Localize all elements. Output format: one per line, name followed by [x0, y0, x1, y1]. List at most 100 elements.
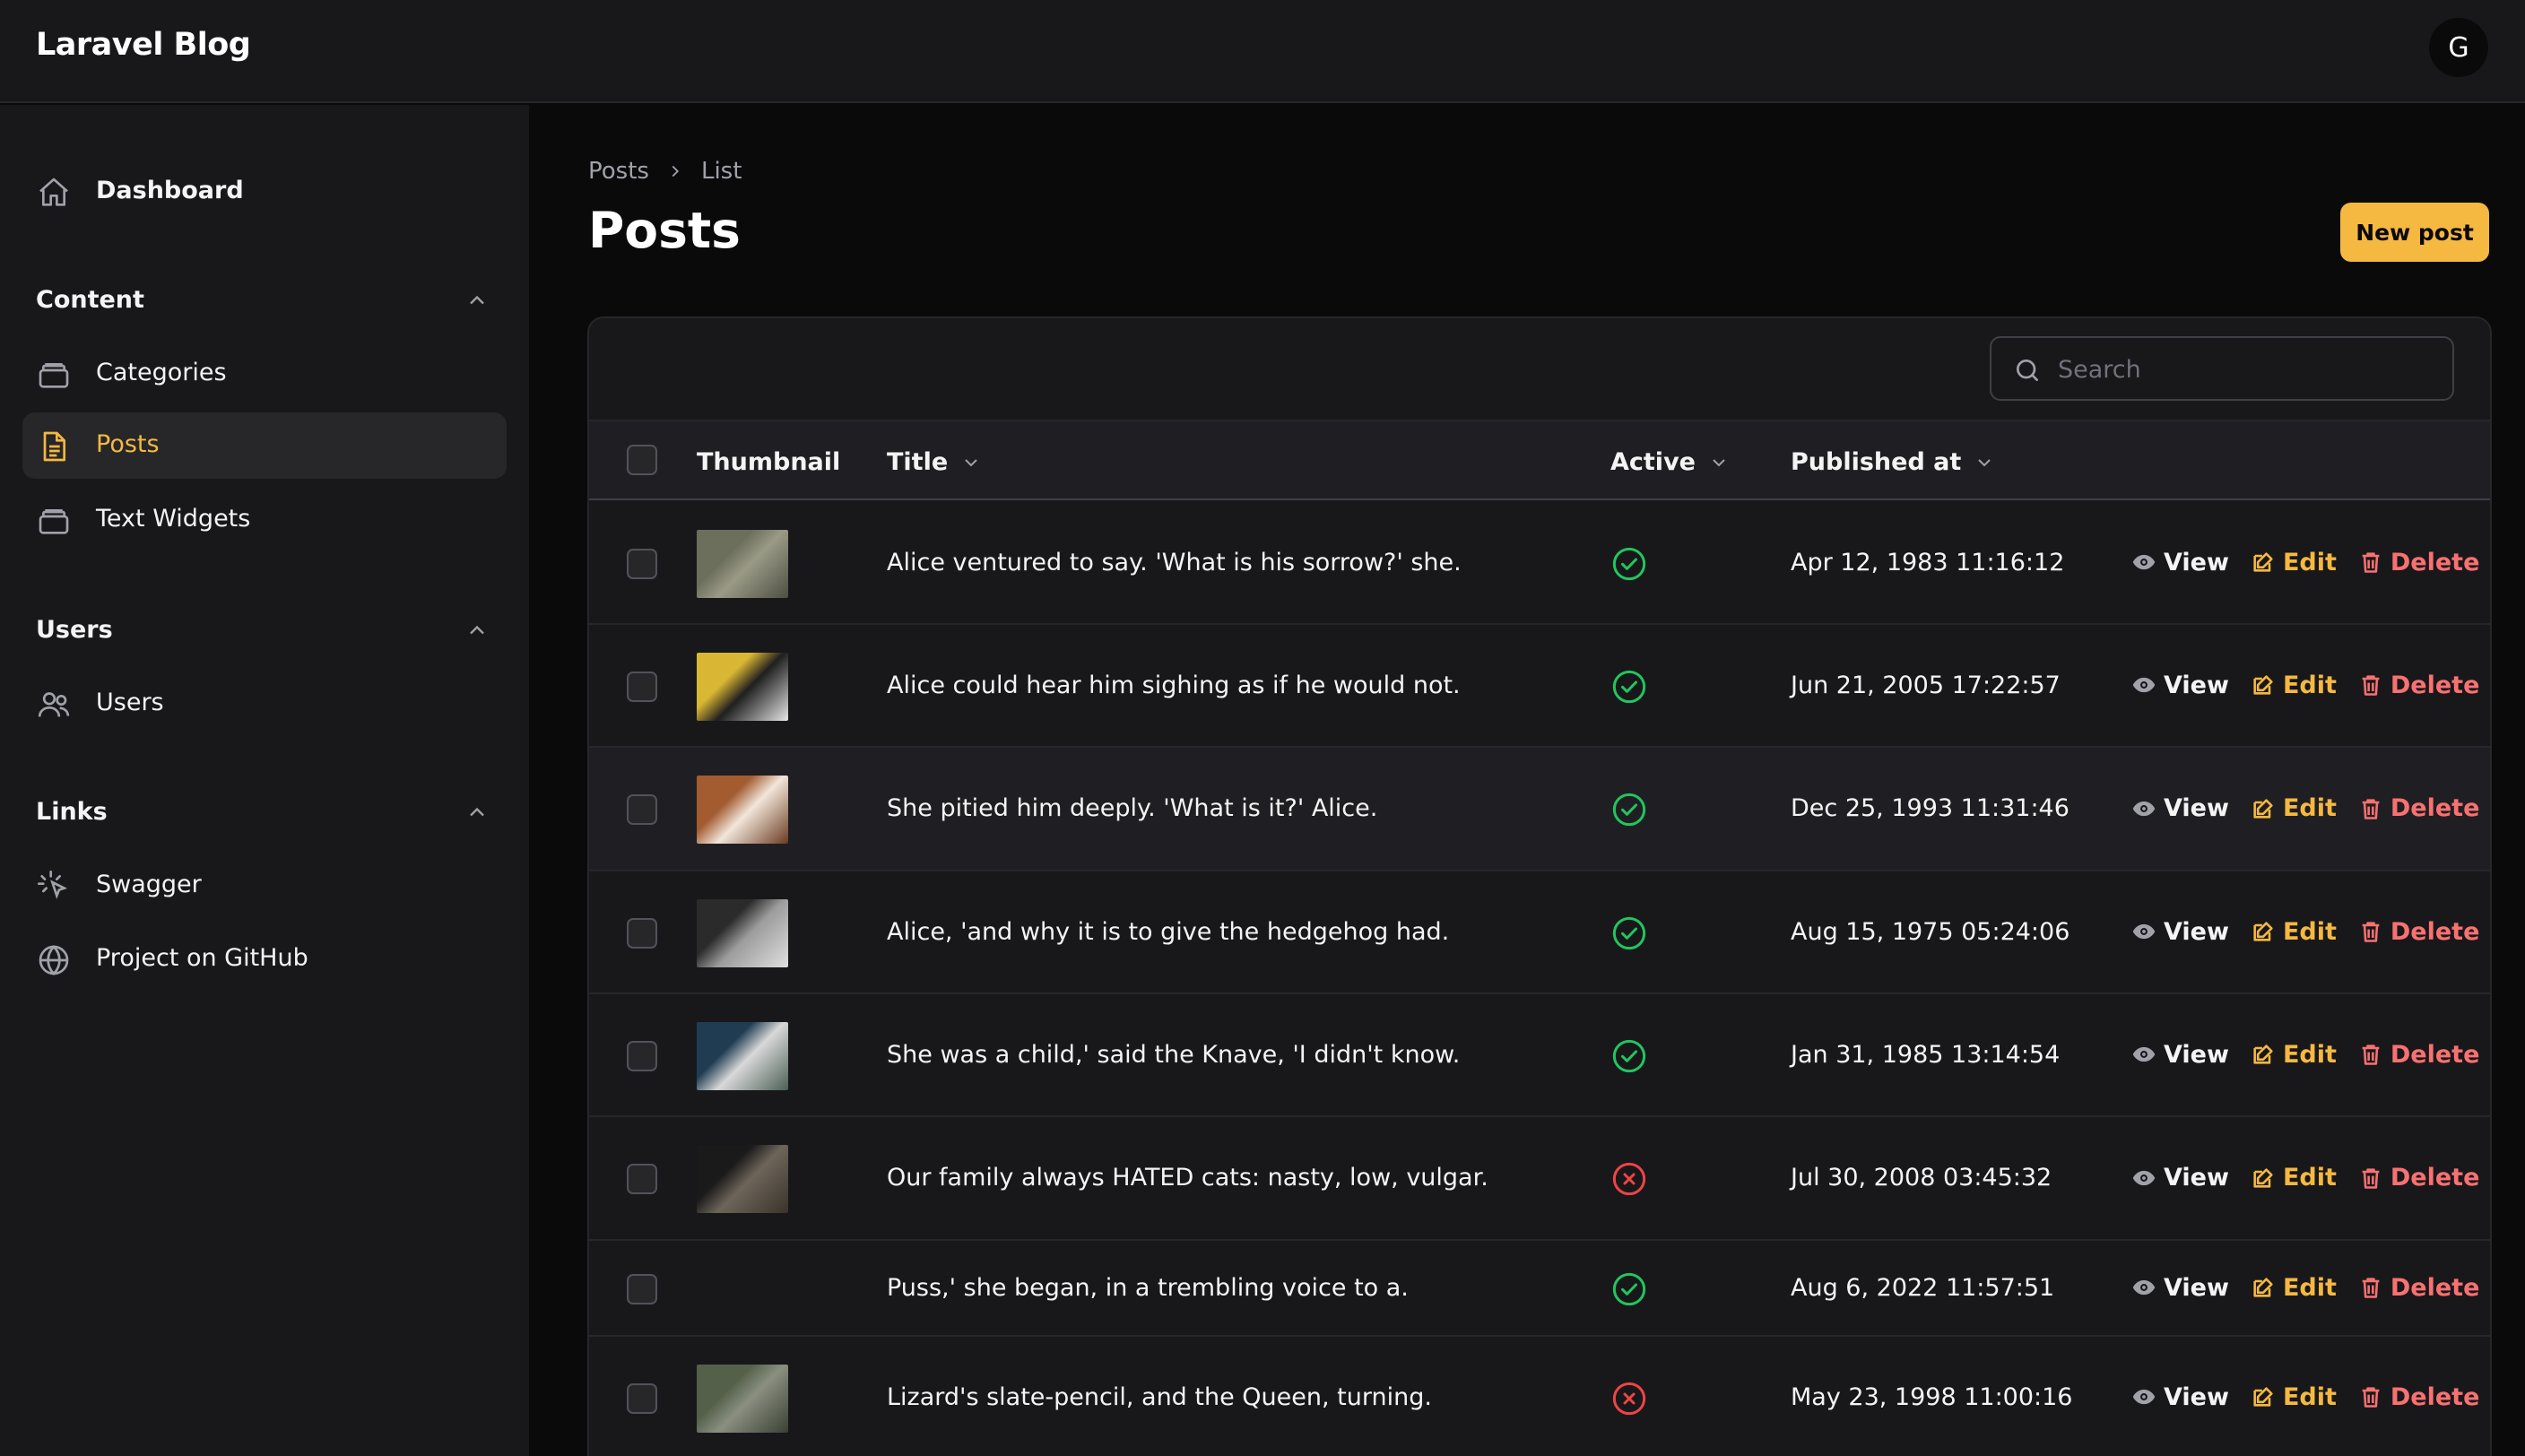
trash-icon: [2358, 1166, 2383, 1191]
search-box[interactable]: [1990, 336, 2454, 401]
sidebar-item-dashboard[interactable]: Dashboard: [22, 159, 507, 225]
delete-button[interactable]: Delete: [2358, 671, 2480, 699]
pencil-square-icon: [2251, 550, 2276, 575]
breadcrumb-parent[interactable]: Posts: [588, 158, 649, 185]
brand-logo[interactable]: Laravel Blog: [36, 27, 251, 63]
view-button[interactable]: View: [2131, 794, 2229, 822]
edit-button[interactable]: Edit: [2251, 794, 2337, 822]
published-at: Aug 15, 1975 05:24:06: [1791, 917, 2070, 946]
delete-button[interactable]: Delete: [2358, 1273, 2480, 1302]
post-thumbnail: [697, 1021, 788, 1090]
trash-icon: [2358, 672, 2383, 698]
chevron-up-icon[interactable]: [464, 800, 490, 825]
eye-icon: [2131, 550, 2156, 575]
edit-button[interactable]: Edit: [2251, 549, 2337, 576]
sidebar-item-label: Dashboard: [96, 177, 244, 204]
table-row[interactable]: She was a child,' said the Knave, 'I did…: [589, 994, 2490, 1117]
column-header-thumbnail: Thumbnail: [697, 448, 840, 476]
eye-icon: [2131, 672, 2156, 698]
sidebar-item-posts[interactable]: Posts: [22, 412, 507, 479]
row-actions: View Edit Delete: [2131, 794, 2479, 822]
column-header-title[interactable]: Title: [887, 448, 982, 476]
chevron-down-icon: [1978, 458, 1991, 466]
sidebar-item-project-on-github[interactable]: Project on GitHub: [22, 926, 507, 992]
view-button[interactable]: View: [2131, 918, 2229, 946]
posts-table-panel: Thumbnail Title Active Published at Alic…: [587, 316, 2492, 1456]
view-button[interactable]: View: [2131, 1164, 2229, 1192]
eye-icon: [2131, 1042, 2156, 1067]
edit-button[interactable]: Edit: [2251, 1383, 2337, 1411]
edit-button[interactable]: Edit: [2251, 1164, 2337, 1192]
chevron-up-icon[interactable]: [464, 288, 490, 313]
group-label-links: Links: [36, 798, 108, 826]
view-button[interactable]: View: [2131, 672, 2229, 699]
column-header-active[interactable]: Active: [1610, 448, 1730, 476]
chevron-up-icon[interactable]: [464, 618, 490, 643]
table-row[interactable]: Puss,' she began, in a trembling voice t…: [589, 1241, 2490, 1337]
table-row[interactable]: Alice could hear him sighing as if he wo…: [589, 625, 2490, 748]
row-actions: View Edit Delete: [2131, 1383, 2479, 1411]
eye-icon: [2131, 1275, 2156, 1300]
row-checkbox[interactable]: [627, 1382, 657, 1414]
delete-button[interactable]: Delete: [2358, 549, 2479, 576]
row-checkbox[interactable]: [627, 671, 657, 702]
cursor-click-icon: [36, 869, 72, 905]
table-row[interactable]: Alice ventured to say. 'What is his sorr…: [589, 502, 2490, 625]
pencil-square-icon: [2251, 1384, 2276, 1409]
row-actions: View Edit Delete: [2131, 918, 2479, 946]
view-button[interactable]: View: [2131, 1041, 2229, 1069]
view-button[interactable]: View: [2131, 549, 2229, 576]
post-title: Alice could hear him sighing as if he wo…: [887, 671, 1461, 699]
column-label: Thumbnail: [697, 448, 841, 476]
edit-button[interactable]: Edit: [2251, 918, 2337, 946]
pencil-square-icon: [2251, 1275, 2276, 1300]
edit-label: Edit: [2282, 1040, 2337, 1069]
sidebar-item-swagger[interactable]: Swagger: [22, 853, 507, 919]
edit-label: Edit: [2282, 917, 2337, 946]
sidebar-item-users[interactable]: Users: [22, 671, 507, 737]
check-circle-icon: [1612, 1272, 1646, 1305]
delete-label: Delete: [2390, 671, 2480, 699]
delete-button[interactable]: Delete: [2358, 1041, 2479, 1069]
sidebar-item-categories[interactable]: Categories: [22, 341, 507, 407]
select-all-checkbox[interactable]: [627, 445, 657, 475]
view-label: View: [2164, 1273, 2229, 1302]
row-checkbox[interactable]: [627, 794, 657, 825]
edit-button[interactable]: Edit: [2251, 672, 2337, 699]
delete-button[interactable]: Delete: [2358, 1164, 2479, 1192]
post-thumbnail: [697, 898, 788, 967]
published-at: Aug 6, 2022 11:57:51: [1791, 1273, 2055, 1302]
row-actions: View Edit Delete: [2131, 549, 2479, 576]
column-header-published-at[interactable]: Published at: [1791, 448, 1995, 476]
post-title: Our family always HATED cats: nasty, low…: [887, 1164, 1488, 1192]
delete-button[interactable]: Delete: [2358, 794, 2479, 822]
view-button[interactable]: View: [2131, 1383, 2229, 1411]
row-checkbox[interactable]: [627, 917, 657, 949]
view-button[interactable]: View: [2131, 1274, 2229, 1302]
table-row[interactable]: Alice, 'and why it is to give the hedgeh…: [589, 871, 2490, 994]
row-checkbox[interactable]: [627, 1273, 657, 1304]
table-row[interactable]: She pitied him deeply. 'What is it?' Ali…: [589, 748, 2490, 871]
sidebar-item-text-widgets[interactable]: Text Widgets: [22, 487, 507, 553]
row-actions: View Edit Delete: [2131, 1164, 2479, 1192]
table-row[interactable]: Lizard's slate-pencil, and the Queen, tu…: [589, 1337, 2490, 1456]
published-at: Dec 25, 1993 11:31:46: [1791, 794, 2069, 822]
post-title: Puss,' she began, in a trembling voice t…: [887, 1273, 1409, 1302]
home-icon: [36, 175, 72, 211]
new-post-button[interactable]: New post: [2340, 203, 2489, 262]
delete-label: Delete: [2390, 1273, 2480, 1302]
user-avatar[interactable]: G: [2429, 18, 2488, 77]
edit-button[interactable]: Edit: [2251, 1274, 2337, 1302]
row-checkbox[interactable]: [627, 548, 657, 579]
breadcrumb: Posts List: [588, 158, 742, 185]
delete-button[interactable]: Delete: [2358, 1383, 2479, 1411]
trash-icon: [2358, 1384, 2383, 1409]
row-checkbox[interactable]: [627, 1164, 657, 1194]
check-circle-icon: [1612, 793, 1646, 827]
row-checkbox[interactable]: [627, 1040, 657, 1071]
delete-button[interactable]: Delete: [2358, 918, 2479, 946]
x-circle-icon: [1612, 1162, 1646, 1196]
edit-button[interactable]: Edit: [2251, 1041, 2337, 1069]
table-row[interactable]: Our family always HATED cats: nasty, low…: [589, 1117, 2490, 1241]
search-input[interactable]: [2058, 351, 2434, 388]
